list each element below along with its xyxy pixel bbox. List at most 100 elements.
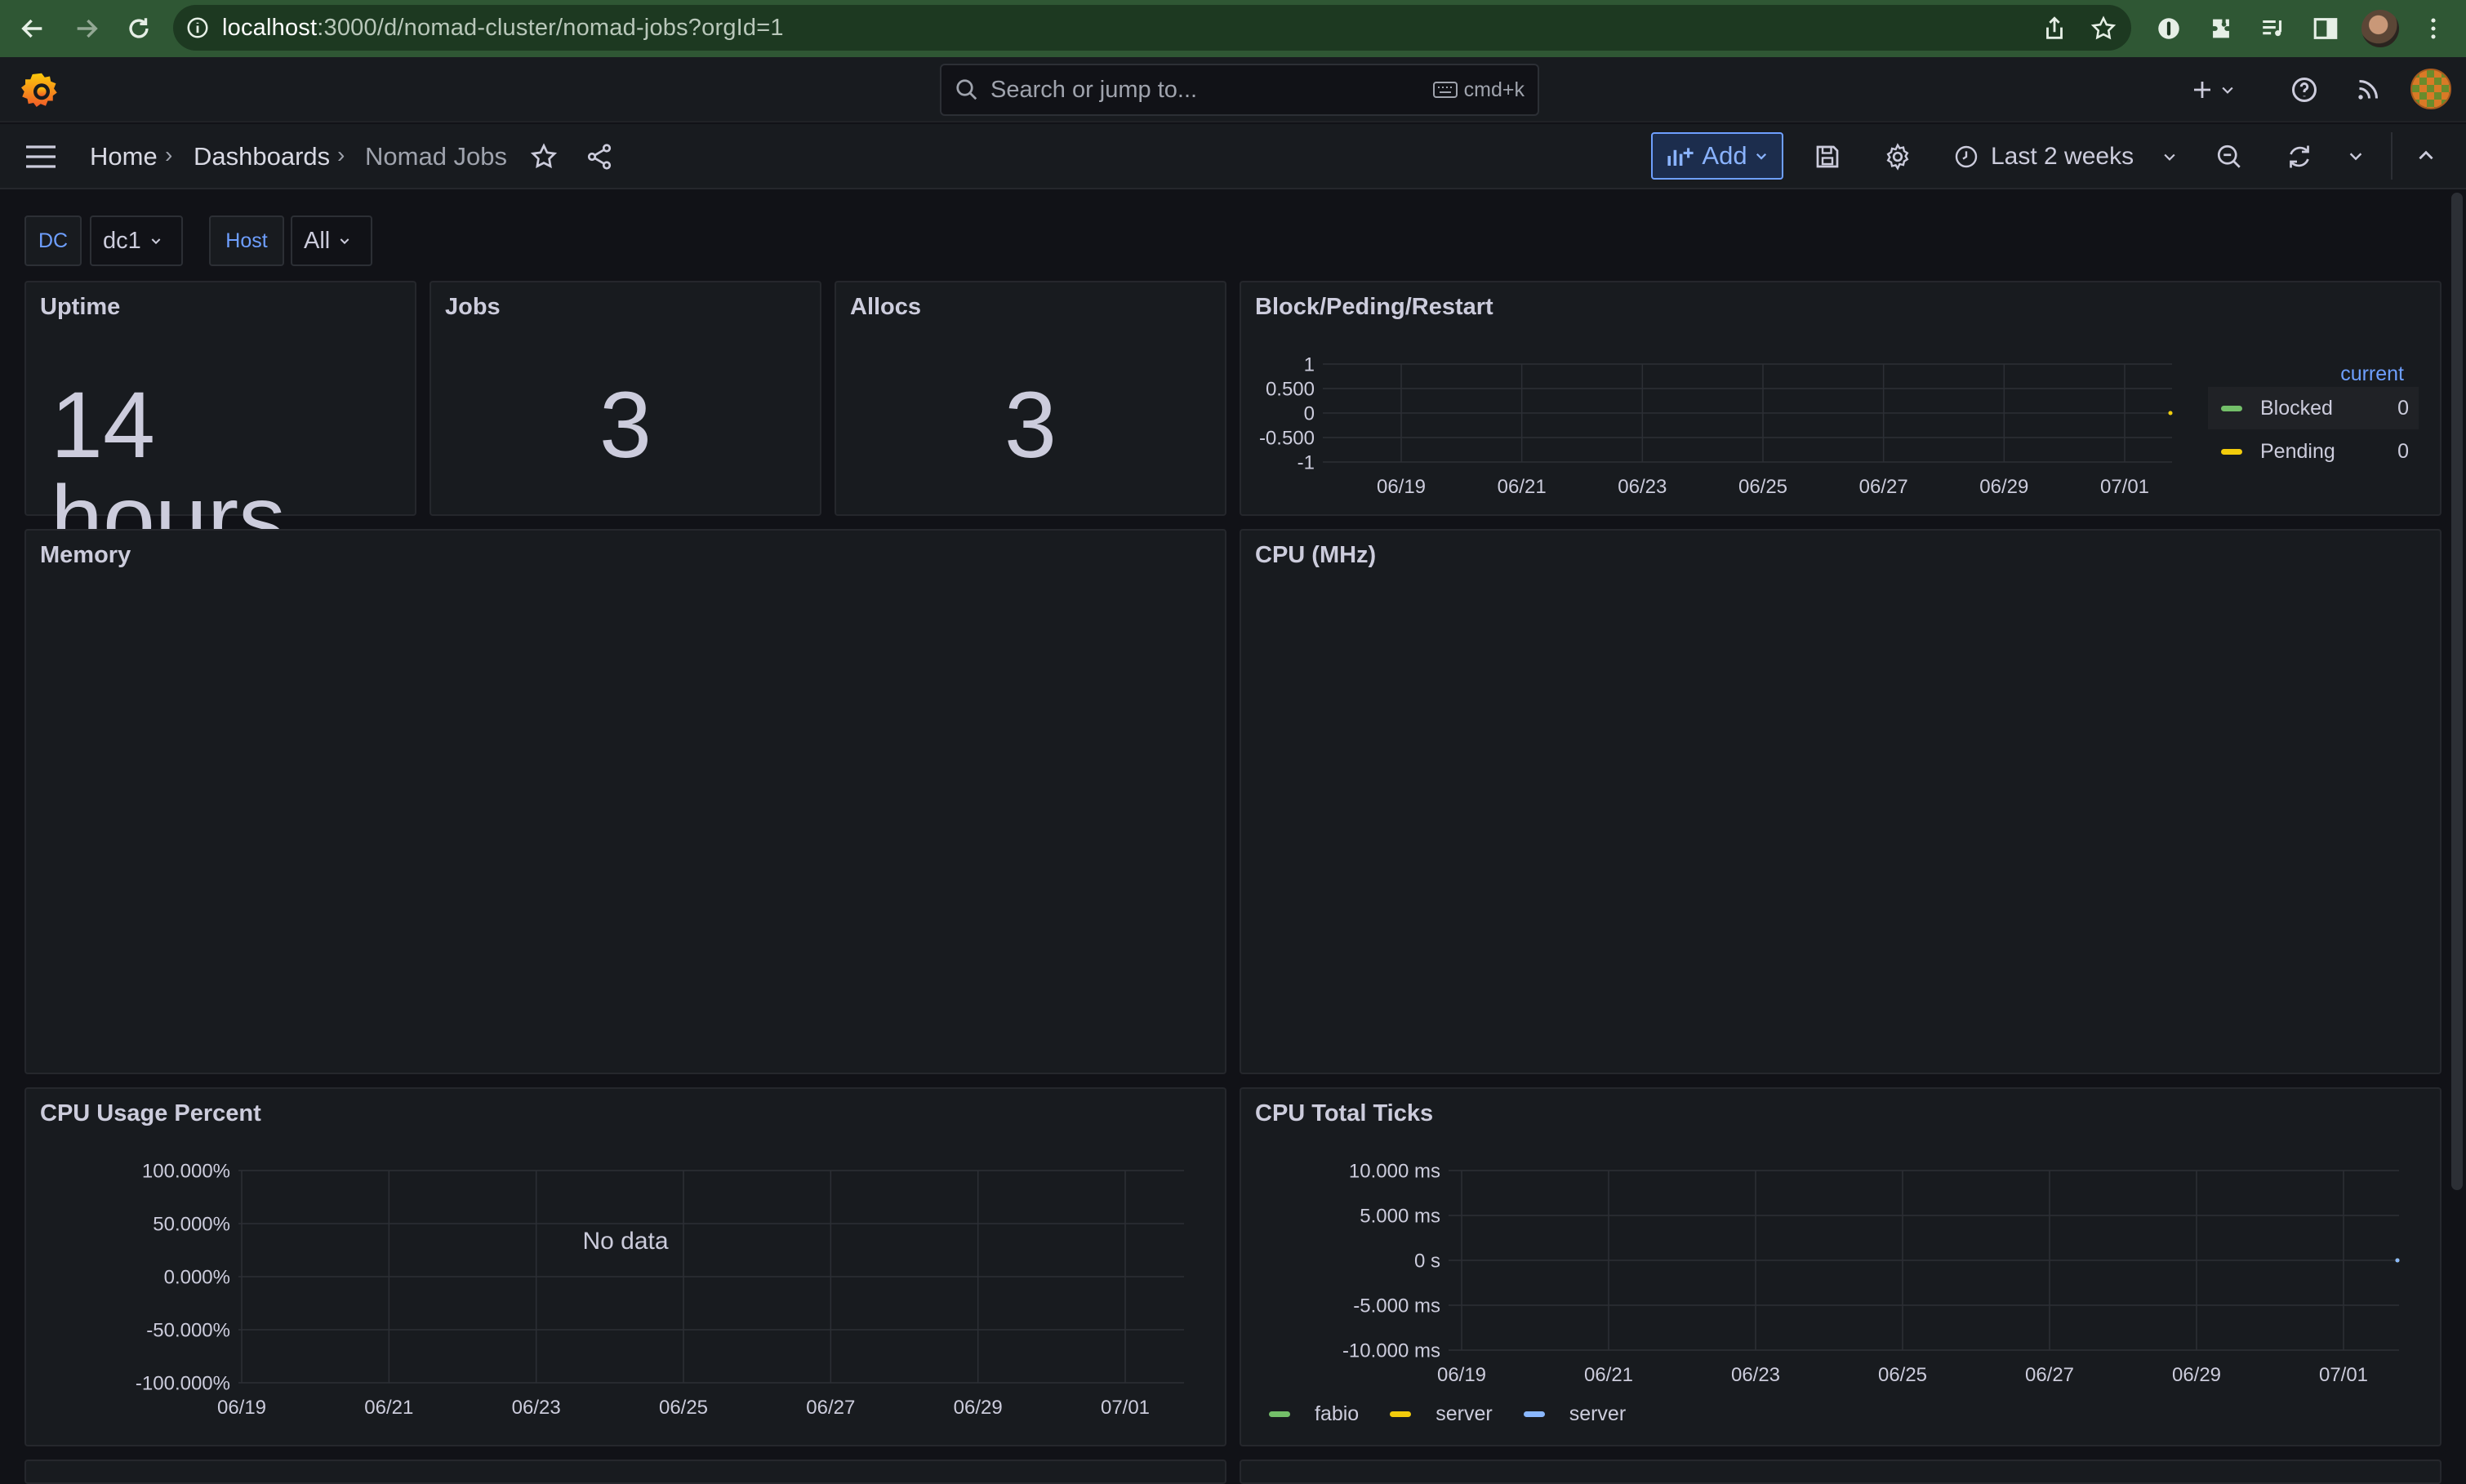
refresh-interval-chevron-icon[interactable] <box>2347 147 2366 167</box>
dashboard-settings-gear-icon[interactable] <box>1883 142 1912 171</box>
x-tick-label: 06/29 <box>2172 1364 2221 1386</box>
legend-swatch <box>1269 1411 1290 1417</box>
y-tick-label: 0.500 <box>1266 378 1315 400</box>
legend-item-fabio[interactable]: fabio <box>1315 1402 1359 1426</box>
cpu-usage-chart: 100.000%50.000%0.000%-50.000%-100.000%06… <box>136 1160 1184 1419</box>
legend-item-pending[interactable]: Pending 0 <box>2210 431 2419 472</box>
add-button-label: Add <box>1702 141 1747 170</box>
browser-toolbar: localhost:3000/d/nomad-cluster/nomad-job… <box>0 0 2466 57</box>
chevron-down-icon <box>340 238 349 245</box>
breadcrumb-separator: › <box>337 142 345 167</box>
collapse-chevron-up-icon[interactable] <box>2415 145 2438 168</box>
new-menu-button[interactable] <box>2190 72 2242 108</box>
x-tick-label: 06/27 <box>806 1397 855 1419</box>
breadcrumb-home[interactable]: Home <box>90 142 158 171</box>
cpu-usage-percent-panel[interactable]: CPU Usage Percent 100.000% 50.000% 0.000% -… <box>24 1087 1226 1446</box>
uptime-panel[interactable]: Uptime 14 hours <box>24 281 416 566</box>
zoom-out-icon[interactable] <box>2215 142 2244 171</box>
jobs-panel[interactable]: Jobs 3 <box>430 281 821 516</box>
x-tick-label: 06/29 <box>1979 476 2028 498</box>
cpu-total-ticks-panel[interactable]: CPU Total Ticks 10.000 ms 5.000 ms 0 s -5.0… <box>1240 1087 2442 1446</box>
divider <box>2391 132 2393 180</box>
variable-label-dc: DC <box>24 215 82 266</box>
add-button[interactable]: Add <box>1651 132 1783 180</box>
y-tick-label: -100.000% <box>136 1372 230 1394</box>
search-placeholder: Search or jump to... <box>990 76 1198 103</box>
site-info-icon[interactable] <box>173 16 222 40</box>
x-tick-label: 07/01 <box>1101 1397 1150 1419</box>
news-feed-icon[interactable] <box>2353 75 2383 104</box>
search-bar[interactable]: Search or jump to... cmd+k <box>940 64 1539 116</box>
refresh-icon[interactable] <box>2285 142 2314 171</box>
no-data-message: No data <box>582 1228 669 1255</box>
address-bar[interactable]: localhost:3000/d/nomad-cluster/nomad-job… <box>173 5 2131 51</box>
legend-header[interactable]: current <box>2340 362 2404 386</box>
legend-current-value: 0 <box>2397 439 2409 463</box>
forward-icon[interactable] <box>62 0 111 57</box>
panel-title: Uptime <box>40 294 121 320</box>
legend-label: Pending <box>2260 439 2335 463</box>
keyboard-shortcut: cmd+k <box>1432 78 1525 102</box>
share-icon[interactable] <box>2030 0 2079 57</box>
help-icon[interactable] <box>2290 75 2319 104</box>
x-tick-label: 07/01 <box>2100 476 2149 498</box>
legend-swatch <box>1390 1411 1412 1417</box>
legend-item-server[interactable]: server <box>1436 1402 1492 1426</box>
favorite-star-icon[interactable] <box>529 142 559 171</box>
panel-title: Allocs <box>850 294 922 320</box>
legend-item-server-2[interactable]: server <box>1569 1402 1626 1426</box>
breadcrumb-separator: › <box>165 142 173 167</box>
legend-swatch <box>1523 1411 1545 1417</box>
back-icon[interactable] <box>8 0 57 57</box>
profile-avatar[interactable] <box>2361 10 2399 47</box>
next-row-panel <box>1240 1460 2442 1484</box>
extensions-icon[interactable] <box>2197 0 2246 57</box>
legend-swatch <box>2221 448 2242 455</box>
x-tick-label: 06/19 <box>217 1397 266 1419</box>
y-tick-label: 1 <box>1304 353 1315 375</box>
data-point <box>2168 411 2173 415</box>
y-tick-label: 0 <box>1304 402 1315 424</box>
allocs-panel[interactable]: Allocs 3 <box>835 281 1226 516</box>
variable-select-host[interactable]: All <box>291 215 372 266</box>
x-tick-label: 06/25 <box>659 1397 708 1419</box>
data-point <box>2395 1258 2400 1263</box>
legend-item-blocked[interactable]: Blocked 0 <box>2210 387 2419 429</box>
breadcrumb-current: Nomad Jobs <box>365 142 508 171</box>
bookmark-star-icon[interactable] <box>2079 0 2128 57</box>
panel-title: CPU (MHz) <box>1255 542 1377 568</box>
add-panel-icon <box>1667 148 1694 166</box>
panel-title: Memory <box>40 542 131 568</box>
browser-menu-icon[interactable] <box>2409 0 2458 57</box>
cpu-ticks-legend: fabio server server <box>1269 1402 1626 1426</box>
grafana-logo-icon[interactable] <box>21 70 62 111</box>
media-control-icon[interactable] <box>2249 0 2298 57</box>
page-scrollbar[interactable] <box>2451 193 2463 1190</box>
x-tick-label: 06/25 <box>1738 476 1787 498</box>
variable-select-dc[interactable]: dc1 <box>90 215 183 266</box>
plus-icon <box>2194 82 2210 98</box>
password-manager-icon[interactable] <box>2144 0 2193 57</box>
user-avatar[interactable] <box>2410 69 2451 109</box>
y-tick-label: 5.000 ms <box>1360 1205 1440 1227</box>
block-pending-restart-panel[interactable]: Block/Peding/Restart 1 0.500 0 -0.500 -1 06/1… <box>1240 281 2442 516</box>
memory-panel[interactable]: Memory <box>24 529 1226 1074</box>
save-dashboard-icon[interactable] <box>1813 142 1842 171</box>
keyboard-icon <box>1432 82 1458 98</box>
y-tick-label: 100.000% <box>142 1160 230 1182</box>
chevron-down-icon <box>1756 153 1766 160</box>
side-panel-icon[interactable] <box>2301 0 2350 57</box>
url-text: localhost:3000/d/nomad-cluster/nomad-job… <box>222 14 784 41</box>
share-icon[interactable] <box>585 142 614 171</box>
breadcrumb-dashboards[interactable]: Dashboards <box>194 142 330 171</box>
cpu-mhz-panel[interactable]: CPU (MHz) <box>1240 529 2442 1074</box>
variable-label-host: Host <box>209 215 284 266</box>
y-tick-label: -0.500 <box>1259 427 1315 449</box>
reload-icon[interactable] <box>114 0 163 57</box>
menu-icon[interactable] <box>24 142 57 171</box>
x-tick-label: 07/01 <box>2319 1364 2368 1386</box>
x-tick-label: 06/27 <box>1859 476 1908 498</box>
time-range-picker[interactable]: Last 2 weeks <box>1953 136 2178 178</box>
y-tick-label: -1 <box>1298 451 1315 473</box>
cpu-ticks-chart: 10.000 ms5.000 ms0 s-5.000 ms-10.000 ms0… <box>1342 1160 2400 1386</box>
